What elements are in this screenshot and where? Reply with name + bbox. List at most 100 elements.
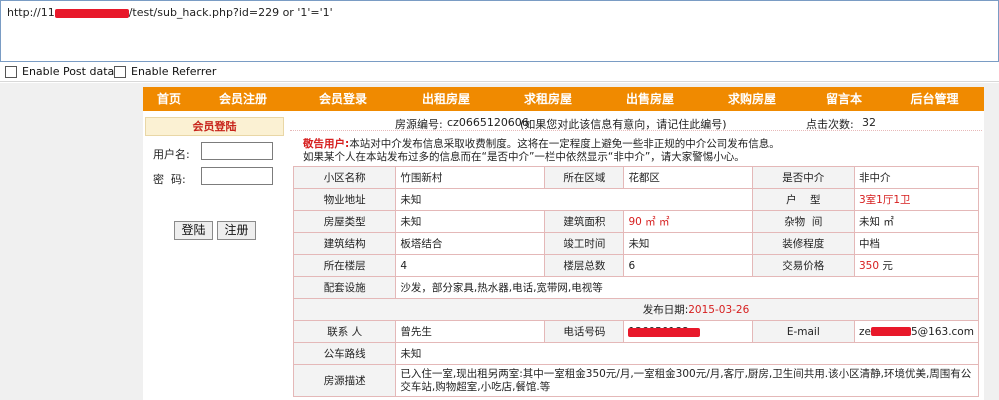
nav-buy[interactable]: 求购房屋 — [701, 87, 803, 111]
enable-referrer-checkbox[interactable] — [114, 65, 126, 78]
nav-admin[interactable]: 后台管理 — [885, 87, 984, 111]
description-value: 已入住一室,现出租另两室:其中一室租金350元/月,一室租金300元/月,客厅,… — [395, 364, 979, 397]
redaction-mark — [870, 327, 911, 336]
table-row: 建筑结构 板塔结合 竣工时间 未知 装修程度 中档 — [292, 232, 980, 255]
price-label: 交易价格 — [751, 254, 855, 277]
enable-post-label: Enable Post data — [22, 65, 115, 78]
nav-register[interactable]: 会员注册 — [195, 87, 291, 111]
enable-referrer-label: Enable Referrer — [131, 65, 217, 78]
enable-post-checkbox[interactable] — [5, 65, 17, 78]
enable-post-option[interactable]: Enable Post data — [5, 65, 114, 78]
community-value: 竹围新村 — [395, 166, 546, 189]
built-value: 未知 — [623, 232, 753, 255]
listing-code-label: 房源编号: — [395, 118, 443, 131]
bus-value: 未知 — [395, 342, 979, 365]
table-row: 小区名称 竹围新村 所在区域 花都区 是否中介 非中介 — [292, 166, 980, 189]
price-unit: 元 — [882, 260, 893, 272]
price-value: 350 — [858, 260, 880, 272]
nav-home[interactable]: 首页 — [143, 87, 195, 111]
publish-date-label: 发布日期: — [642, 304, 689, 316]
agent-label: 是否中介 — [751, 166, 855, 189]
table-row: 公车路线 未知 — [292, 342, 979, 365]
house-type-label: 房屋类型 — [292, 210, 397, 233]
listing-header: 房源编号: cz0665120606 (如果您对此该信息有意向，请记住此编号) … — [290, 114, 982, 131]
district-label: 所在区域 — [544, 166, 625, 189]
table-row: 房源描述 已入住一室,现出租另两室:其中一室租金350元/月,一室租金300元/… — [292, 364, 979, 397]
login-panel: 会员登陆 用户名: 密 码: 登陆 注册 — [143, 114, 288, 400]
description-label: 房源描述 — [292, 364, 397, 397]
table-row: 配套设施 沙发，部分家具,热水器,电话,宽带网,电视等 — [292, 276, 979, 299]
floor-label: 所在楼层 — [292, 254, 397, 277]
area-label: 建筑面积 — [544, 210, 625, 233]
phone-label: 电话号码 — [544, 320, 625, 343]
register-button[interactable]: 注册 — [217, 221, 256, 240]
login-panel-title: 会员登陆 — [145, 117, 284, 136]
decoration-value: 中档 — [853, 232, 980, 255]
table-row: 发布日期:2015-03-26 — [293, 298, 979, 321]
total-floors-value: 6 — [623, 254, 753, 277]
main-nav: 首页 会员注册 会员登录 出租房屋 求租房屋 出售房屋 求购房屋 留言本 后台管… — [143, 87, 984, 111]
community-label: 小区名称 — [292, 166, 397, 189]
url-prefix: http://11 — [7, 6, 55, 19]
nav-rent-out[interactable]: 出租房屋 — [395, 87, 497, 111]
email-prefix: ze — [858, 325, 871, 338]
contact-value: 曾先生 — [395, 320, 546, 343]
email-cell: ze 5@163.com — [853, 320, 980, 343]
url-textarea[interactable]: http://11/test/sub_hack.php?id=229 or '1… — [0, 0, 999, 62]
enable-referrer-option[interactable]: Enable Referrer — [114, 65, 216, 78]
area-value: 90 ㎡ ㎡ — [623, 210, 753, 233]
nav-seek-rent[interactable]: 求租房屋 — [497, 87, 599, 111]
agent-value: 非中介 — [853, 166, 980, 189]
phone-value: 136050188 — [628, 326, 701, 338]
address-value: 未知 — [395, 188, 753, 211]
publish-date-cell: 发布日期:2015-03-26 — [293, 298, 979, 321]
email-label: E-mail — [751, 320, 855, 343]
url-suffix: /test/sub_hack.php?id=229 or '1'='1' — [128, 6, 333, 19]
nav-sell[interactable]: 出售房屋 — [599, 87, 701, 111]
listing-detail: 房源编号: cz0665120606 (如果您对此该信息有意向，请记住此编号) … — [290, 114, 982, 400]
username-input[interactable] — [201, 142, 273, 160]
publish-date-value: 2015-03-26 — [688, 304, 750, 316]
site-container: 首页 会员注册 会员登录 出租房屋 求租房屋 出售房屋 求购房屋 留言本 后台管… — [143, 87, 984, 400]
storage-value: 未知 ㎡ — [853, 210, 980, 233]
username-label: 用户名: — [153, 148, 190, 161]
email-suffix: 5@163.com — [910, 325, 974, 338]
notice-line-1: 本站对中介发布信息采取收费制度。这将在一定程度上避免一些非正规的中介公司发布信息… — [349, 138, 780, 150]
storage-label: 杂物 间 — [751, 210, 855, 233]
notice-title: 敬告用户: — [303, 138, 350, 150]
table-row: 物业地址 未知 户 型 3室1厅1卫 — [292, 188, 980, 211]
contact-label: 联系 人 — [292, 320, 397, 343]
structure-value: 板塔结合 — [395, 232, 546, 255]
password-label: 密 码: — [153, 173, 186, 186]
decoration-label: 装修程度 — [751, 232, 855, 255]
address-label: 物业地址 — [292, 188, 397, 211]
redaction-mark — [54, 8, 129, 18]
listing-table: 小区名称 竹围新村 所在区域 花都区 是否中介 非中介 物业地址 未知 户 型 … — [292, 166, 980, 397]
listing-code-hint: (如果您对此该信息有意向，请记住此编号) — [520, 118, 727, 131]
listing-code-value: cz0665120606 — [447, 116, 529, 129]
bus-label: 公车路线 — [292, 342, 397, 365]
nav-login[interactable]: 会员登录 — [291, 87, 395, 111]
click-count-label: 点击次数: — [806, 118, 854, 131]
url-text: http://11/test/sub_hack.php?id=229 or '1… — [7, 6, 333, 19]
user-notice: 敬告用户:本站对中介发布信息采取收费制度。这将在一定程度上避免一些非正规的中介公… — [303, 138, 780, 164]
price-cell: 350 元 — [853, 254, 980, 277]
district-value: 花都区 — [623, 166, 753, 189]
total-floors-label: 楼层总数 — [544, 254, 625, 277]
password-input[interactable] — [201, 167, 273, 185]
options-bar: Enable Post data Enable Referrer — [0, 63, 999, 82]
floor-value: 4 — [395, 254, 546, 277]
phone-cell: 136050188 — [623, 320, 753, 343]
nav-guestbook[interactable]: 留言本 — [803, 87, 885, 111]
redaction-mark — [628, 327, 701, 337]
login-button[interactable]: 登陆 — [174, 221, 213, 240]
table-row: 所在楼层 4 楼层总数 6 交易价格 350 元 — [292, 254, 980, 277]
layout-label: 户 型 — [751, 188, 855, 211]
house-type-value: 未知 — [395, 210, 546, 233]
layout-value: 3室1厅1卫 — [853, 188, 980, 211]
click-count-value: 32 — [862, 116, 876, 129]
built-label: 竣工时间 — [544, 232, 625, 255]
notice-line-2: 如果某个人在本站发布过多的信息而在“是否中介”一栏中依然显示“非中介”，请大家警… — [303, 151, 745, 163]
table-row: 房屋类型 未知 建筑面积 90 ㎡ ㎡ 杂物 间 未知 ㎡ — [292, 210, 980, 233]
structure-label: 建筑结构 — [292, 232, 397, 255]
